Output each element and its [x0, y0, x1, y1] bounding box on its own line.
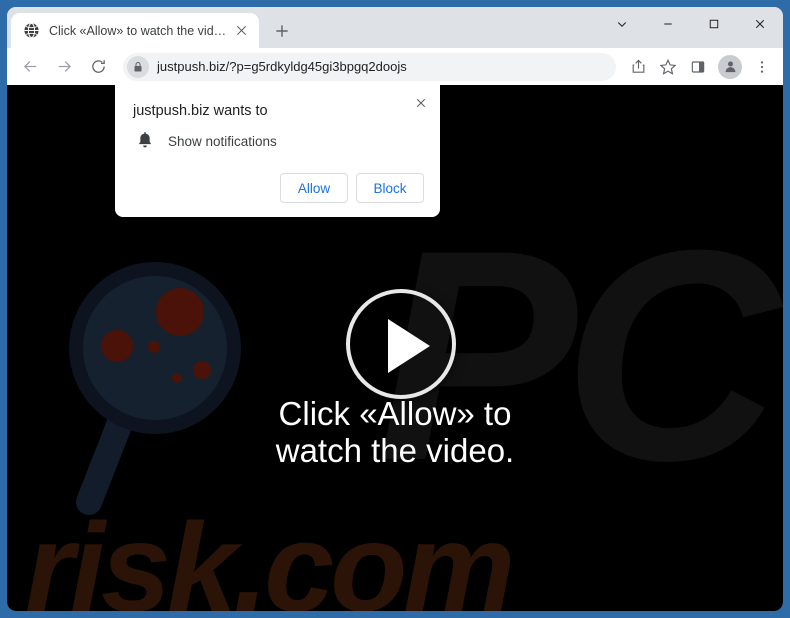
back-arrow-icon[interactable] — [15, 52, 45, 82]
close-icon[interactable] — [410, 92, 432, 114]
maximize-icon[interactable] — [691, 7, 737, 40]
play-button-icon[interactable] — [346, 289, 456, 399]
play-triangle — [388, 319, 430, 373]
url-text: justpush.biz/?p=g5rdkyldg45gi3bpgq2doojs — [157, 59, 407, 74]
magnifying-glass-icon — [47, 240, 257, 520]
page-headline: Click «Allow» to watch the video. — [7, 395, 783, 470]
close-icon[interactable] — [231, 21, 251, 41]
close-icon[interactable] — [737, 7, 783, 40]
headline-line-1: Click «Allow» to — [278, 395, 512, 432]
permission-row: Show notifications — [135, 131, 424, 151]
watermark-risk: risk.com — [25, 497, 515, 612]
reload-icon[interactable] — [83, 52, 113, 82]
browser-window: Click «Allow» to watch the video. justpu… — [7, 7, 783, 611]
bell-icon — [135, 131, 155, 151]
share-icon[interactable] — [624, 53, 652, 81]
globe-icon — [23, 22, 40, 39]
chevron-down-icon[interactable] — [599, 7, 645, 40]
minimize-icon[interactable] — [645, 7, 691, 40]
tab-title: Click «Allow» to watch the video. — [49, 23, 231, 38]
allow-button[interactable]: Allow — [280, 173, 348, 203]
window-controls — [599, 7, 783, 48]
new-tab-button[interactable] — [269, 18, 295, 44]
three-dot-menu-icon[interactable] — [748, 53, 776, 81]
headline-line-2: watch the video. — [275, 432, 515, 470]
padlock-icon[interactable] — [127, 55, 149, 78]
address-bar[interactable]: justpush.biz/?p=g5rdkyldg45gi3bpgq2doojs — [123, 52, 616, 81]
browser-toolbar: justpush.biz/?p=g5rdkyldg45gi3bpgq2doojs — [7, 48, 783, 85]
dialog-title: justpush.biz wants to — [133, 103, 268, 119]
profile-avatar-icon[interactable] — [718, 54, 742, 79]
page-content: PC risk.com Click «Allow» to watch the v… — [7, 85, 783, 611]
forward-arrow-icon[interactable] — [49, 52, 79, 82]
browser-tab[interactable]: Click «Allow» to watch the video. — [11, 13, 259, 48]
browser-window-frame: Click «Allow» to watch the video. justpu… — [0, 0, 790, 618]
side-panel-icon[interactable] — [684, 53, 712, 81]
star-icon[interactable] — [654, 53, 682, 81]
permission-label: Show notifications — [168, 133, 277, 149]
tab-strip: Click «Allow» to watch the video. — [7, 7, 783, 48]
dialog-buttons: Allow Block — [131, 173, 424, 207]
block-button[interactable]: Block — [356, 173, 424, 203]
notification-permission-dialog: justpush.biz wants to Show notifications… — [115, 85, 440, 217]
